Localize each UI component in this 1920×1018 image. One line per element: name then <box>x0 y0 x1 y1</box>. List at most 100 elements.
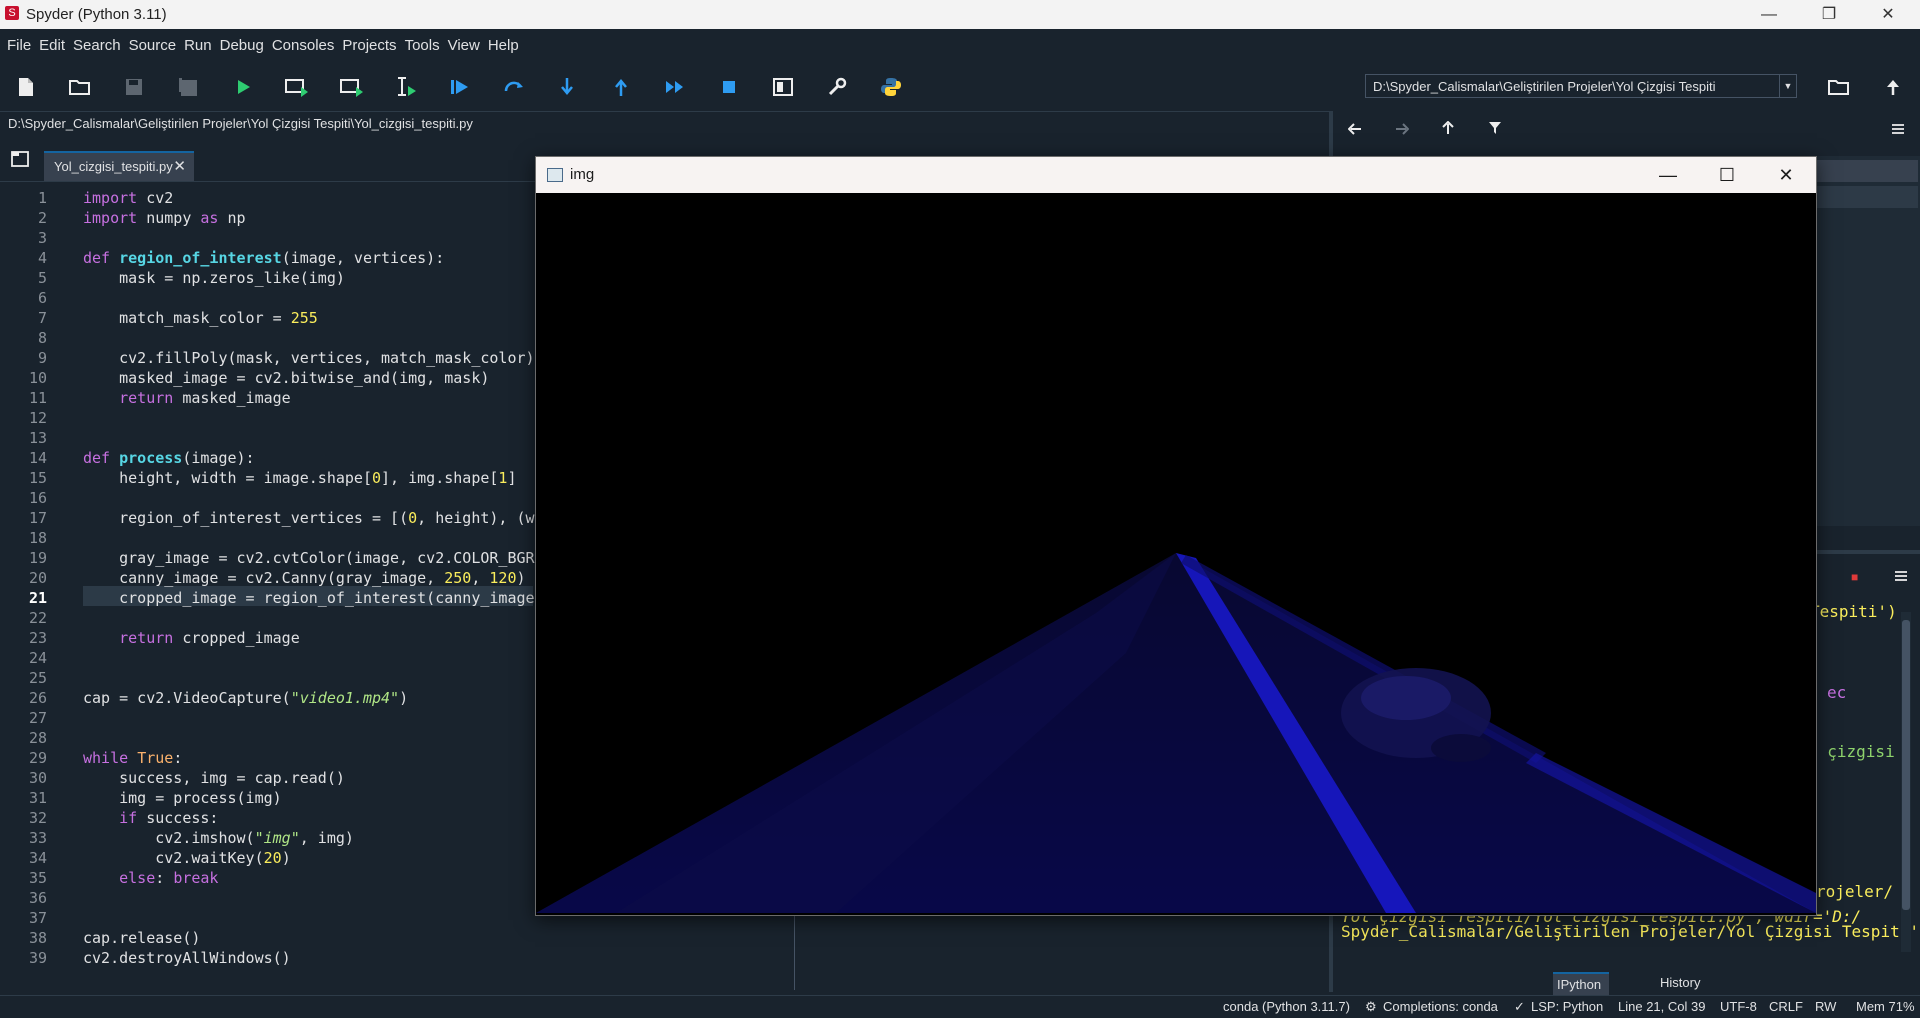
menu-search[interactable]: Search <box>69 29 125 63</box>
menu-source[interactable]: Source <box>125 29 181 63</box>
parent-directory-icon[interactable] <box>1879 73 1907 101</box>
open-folder-icon[interactable] <box>66 73 94 101</box>
status-cursor-position: Line 21, Col 39 <box>1618 999 1706 1014</box>
menu-help[interactable]: Help <box>484 29 523 63</box>
console-output-line: Tespiti') <box>1810 602 1897 621</box>
menu-consoles[interactable]: Consoles <box>268 29 339 63</box>
tab-yol-cizgisi[interactable]: Yol_cizgisi_tespiti.py ✕ <box>44 151 194 181</box>
spyder-logo-icon: S <box>5 6 19 20</box>
browse-folder-icon[interactable] <box>1825 73 1853 101</box>
image-window-maximize-button[interactable]: ☐ <box>1704 160 1750 190</box>
opencv-image-window[interactable]: img — ☐ ✕ <box>535 156 1817 916</box>
image-window-title: img <box>570 166 595 183</box>
run-cell-advance-icon[interactable] <box>338 73 366 101</box>
code-line: masked_image = cv2.bitwise_and(img, mask… <box>83 369 490 387</box>
console-options-menu-icon[interactable] <box>1894 569 1908 585</box>
code-line: if success: <box>119 809 219 827</box>
pane-options-menu-icon[interactable] <box>1891 122 1905 138</box>
stop-icon[interactable] <box>715 73 743 101</box>
code-line: gray_image = cv2.cvtColor(image, cv2.COL… <box>83 549 535 567</box>
code-line: return masked_image <box>119 389 291 407</box>
filter-icon[interactable] <box>1489 121 1501 138</box>
code-line: cv2.destroyAllWindows() <box>83 949 291 967</box>
status-permissions: RW <box>1815 999 1837 1014</box>
code-line: def process(image): <box>83 449 255 467</box>
browse-tabs-icon[interactable] <box>11 151 29 172</box>
working-directory-combobox[interactable]: D:\Spyder_Calismalar\Geliştirilen Projel… <box>1365 74 1797 98</box>
road-edge-image <box>536 193 1816 913</box>
status-lsp[interactable]: LSP: Python <box>1531 999 1603 1014</box>
run-icon[interactable] <box>229 73 257 101</box>
completions-icon: ⚙ <box>1365 999 1377 1014</box>
title-bar: S Spyder (Python 3.11) — ❐ ✕ <box>0 0 1920 29</box>
up-arrow-icon[interactable] <box>1442 120 1454 138</box>
code-line: region_of_interest_vertices = [(0, heigh… <box>83 509 535 527</box>
interrupt-kernel-icon[interactable]: ■ <box>1851 570 1858 584</box>
continue-icon[interactable] <box>661 73 689 101</box>
menu-projects[interactable]: Projects <box>338 29 400 63</box>
menu-bar: File Edit Search Source Run Debug Consoles Proj… <box>0 29 1920 63</box>
run-cell-icon[interactable] <box>283 73 311 101</box>
console-output-line: rojeler/ <box>1816 882 1894 901</box>
file-explorer-row[interactable] <box>1810 160 1918 182</box>
file-explorer-row[interactable] <box>1810 186 1918 208</box>
menu-edit[interactable]: Edit <box>35 29 69 63</box>
status-environment[interactable]: conda (Python 3.11.7) <box>1223 999 1350 1014</box>
code-line: cap = cv2.VideoCapture("video1.mp4") <box>83 689 409 707</box>
minimize-button[interactable]: — <box>1746 0 1792 29</box>
menu-view[interactable]: View <box>444 29 484 63</box>
check-icon: ✓ <box>1514 999 1525 1014</box>
code-line: return cropped_image <box>119 629 300 647</box>
menu-tools[interactable]: Tools <box>401 29 444 63</box>
status-encoding: UTF-8 <box>1720 999 1757 1014</box>
code-line: success, img = cap.read() <box>83 769 345 787</box>
code-line: height, width = image.shape[0], img.shap… <box>83 469 517 487</box>
back-arrow-icon[interactable] <box>1347 122 1362 138</box>
tab-label: Yol_cizgisi_tespiti.py <box>54 159 173 174</box>
tab-history[interactable]: History <box>1656 972 1704 994</box>
code-line: cropped_image = region_of_interest(canny… <box>83 589 535 607</box>
save-icon[interactable] <box>120 73 148 101</box>
status-eol: CRLF <box>1769 999 1803 1014</box>
code-line: import cv2 <box>83 189 174 207</box>
new-file-icon[interactable] <box>12 73 40 101</box>
menu-debug[interactable]: Debug <box>216 29 268 63</box>
code-line: mask = np.zeros_like(img) <box>83 269 345 287</box>
image-window-icon <box>547 168 563 182</box>
image-window-titlebar[interactable]: img — ☐ ✕ <box>536 157 1816 193</box>
working-directory-value: D:\Spyder_Calismalar\Geliştirilen Projel… <box>1373 79 1716 94</box>
code-line: match_mask_color = 255 <box>83 309 318 327</box>
step-over-icon[interactable] <box>500 73 528 101</box>
code-line: cv2.waitKey(20) <box>83 849 291 867</box>
line-number-gutter: 1 2 3 4 5 6 7 8 9 10 11 12 13 14 15 16 17 18 19 20 21 22 23 24 2… <box>28 189 47 967</box>
chevron-down-icon[interactable]: ▼ <box>1779 75 1796 97</box>
maximize-pane-icon[interactable] <box>769 73 797 101</box>
step-return-icon[interactable] <box>607 73 635 101</box>
code-line: import numpy as np <box>83 209 246 227</box>
image-window-minimize-button[interactable]: — <box>1645 160 1691 190</box>
status-completions[interactable]: Completions: conda <box>1383 999 1498 1014</box>
editor-file-path: D:\Spyder_Calismalar\Geliştirilen Projel… <box>8 116 473 131</box>
forward-arrow-icon[interactable] <box>1395 122 1410 138</box>
run-selection-icon[interactable] <box>392 73 420 101</box>
preferences-wrench-icon[interactable] <box>823 73 851 101</box>
maximize-button[interactable]: ❐ <box>1806 0 1852 29</box>
save-all-icon[interactable] <box>174 73 202 101</box>
menu-file[interactable]: File <box>0 29 35 63</box>
code-line: cv2.imshow("img", img) <box>83 829 354 847</box>
console-scrollbar-thumb[interactable] <box>1902 620 1910 910</box>
close-button[interactable]: ✕ <box>1865 0 1911 29</box>
image-window-close-button[interactable]: ✕ <box>1763 160 1809 190</box>
debug-icon[interactable] <box>446 73 474 101</box>
code-line: else: break <box>119 869 219 887</box>
close-tab-icon[interactable]: ✕ <box>173 153 186 181</box>
status-bar: conda (Python 3.11.7) ⚙ Completions: con… <box>0 995 1920 1018</box>
code-line: while True: <box>83 749 183 767</box>
menu-run[interactable]: Run <box>180 29 216 63</box>
code-line: img = process(img) <box>83 789 282 807</box>
console-output-line: ec <box>1827 683 1847 702</box>
tab-ipython-console[interactable]: IPython Console <box>1553 972 1609 1014</box>
python-path-icon[interactable] <box>877 73 905 101</box>
step-into-icon[interactable] <box>553 73 581 101</box>
code-line: def region_of_interest(image, vertices): <box>83 249 445 267</box>
